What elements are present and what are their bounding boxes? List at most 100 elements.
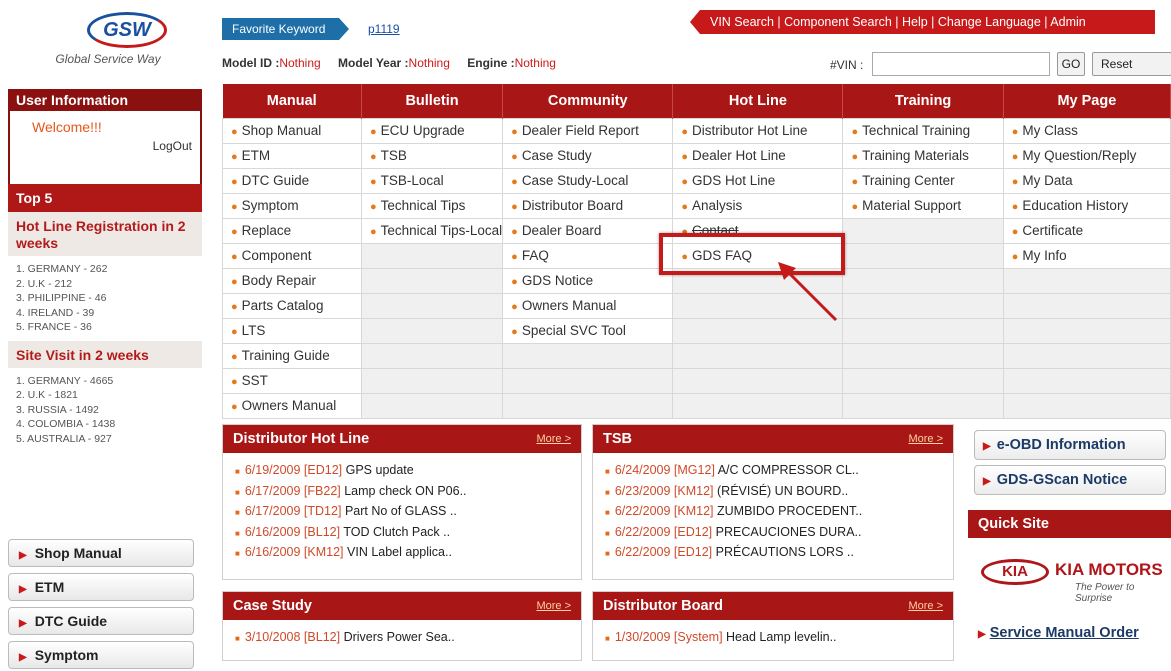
nav-menu-item[interactable]: ● Technical Training	[842, 117, 1004, 144]
nav-menu-item[interactable]: ● Case Study	[502, 142, 674, 169]
nav-empty-cell	[842, 342, 1004, 369]
logout-link[interactable]: LogOut	[153, 139, 192, 153]
nav-menu-item-label: FAQ	[521, 248, 549, 263]
sidebar-button-shop-manual[interactable]: ▶ Shop Manual	[8, 539, 194, 567]
panel-list-item[interactable]: ■ 6/22/2009 [ED12] PRÉCAUTIONS LORS ..	[605, 543, 941, 564]
nav-header-hotline[interactable]: Hot Line	[672, 84, 844, 118]
nav-menu-item[interactable]: ● Training Guide	[222, 342, 362, 369]
nav-menu-item[interactable]: ● Training Center	[842, 167, 1004, 194]
nav-menu-item[interactable]: ● Special SVC Tool	[502, 317, 674, 344]
nav-menu-item[interactable]: ● FAQ	[502, 242, 674, 269]
nav-menu-item[interactable]: ● My Class	[1002, 117, 1171, 144]
nav-menu-item[interactable]: ● GDS Notice	[502, 267, 674, 294]
nav-menu-item[interactable]: ● Education History	[1002, 192, 1171, 219]
item-date: 6/22/2009 [KM12]	[614, 504, 714, 518]
nav-menu-item[interactable]: ● Replace	[222, 217, 362, 244]
gsw-logo[interactable]: GSW Global Service Way	[18, 12, 198, 78]
nav-header-bulletin[interactable]: Bulletin	[361, 84, 504, 118]
panel-title: TSB More >	[593, 425, 953, 453]
nav-menu-item[interactable]: ● Dealer Board	[502, 217, 674, 244]
more-link[interactable]: More >	[908, 592, 943, 620]
bullet-icon: ●	[511, 126, 518, 138]
go-button[interactable]: GO	[1057, 52, 1085, 76]
more-link[interactable]: More >	[536, 592, 571, 620]
nav-menu-item[interactable]: ● My Data	[1002, 167, 1171, 194]
nav-menu-item[interactable]: ● Body Repair	[222, 267, 362, 294]
nav-menu-item[interactable]: ● DTC Guide	[222, 167, 362, 194]
nav-menu-item[interactable]: ● Component	[222, 242, 362, 269]
panel-list-item[interactable]: ■ 6/17/2009 [TD12] Part No of GLASS ..	[235, 502, 569, 523]
nav-menu-item[interactable]: ● Material Support	[842, 192, 1004, 219]
vin-input[interactable]	[872, 52, 1050, 76]
nav-menu-item[interactable]: ● Technical Tips	[360, 192, 504, 219]
top-links-bar[interactable]: VIN Search | Component Search | Help | C…	[690, 10, 1155, 34]
panel-list-item[interactable]: ■ 6/22/2009 [KM12] ZUMBIDO PROCEDENT..	[605, 502, 941, 523]
nav-menu-item-label: TSB-Local	[380, 173, 444, 188]
nav-menu-item[interactable]: ● Analysis	[672, 192, 844, 219]
nav-menu-item[interactable]: ● Distributor Hot Line	[672, 117, 844, 144]
panel-list-item[interactable]: ■ 3/10/2008 [BL12] Drivers Power Sea..	[235, 628, 569, 649]
item-date: 6/17/2009 [TD12]	[244, 504, 342, 518]
nav-menu-item[interactable]: ● Certificate	[1002, 217, 1171, 244]
nav-menu-item[interactable]: ● Dealer Hot Line	[672, 142, 844, 169]
favorite-keyword-link[interactable]: p1119	[368, 22, 400, 36]
nav-menu-item-label: LTS	[241, 323, 266, 338]
bullet-icon: ●	[511, 151, 518, 163]
sidebar-button-dtc-guide[interactable]: ▶ DTC Guide	[8, 607, 194, 635]
nav-header-manual[interactable]: Manual	[222, 84, 362, 118]
nav-menu-item[interactable]: ● GDS Hot Line	[672, 167, 844, 194]
panel-list-item[interactable]: ■ 6/23/2009 [KM12] (RÉVISÉ) UN BOURD..	[605, 482, 941, 503]
nav-menu-item[interactable]: ● Training Materials	[842, 142, 1004, 169]
nav-menu-item[interactable]: ● Distributor Board	[502, 192, 674, 219]
nav-menu-item[interactable]: ● ETM	[222, 142, 362, 169]
panel-list-item[interactable]: ■ 6/19/2009 [ED12] GPS update	[235, 461, 569, 482]
kia-motors-logo[interactable]: KIA KIA MOTORS The Power to Surprise	[975, 552, 1171, 612]
panel-list-item[interactable]: ■ 6/24/2009 [MG12] A/C COMPRESSOR CL..	[605, 461, 941, 482]
nav-menu-item[interactable]: ● TSB	[360, 142, 504, 169]
item-title: (RÉVISÉ) UN BOURD..	[717, 483, 849, 498]
more-link[interactable]: More >	[536, 425, 571, 453]
sidebar-button-symptom[interactable]: ▶ Symptom	[8, 641, 194, 669]
gds-gscan-notice-button[interactable]: ▶ GDS-GScan Notice	[974, 465, 1166, 495]
nav-header-my-page[interactable]: My Page	[1003, 84, 1171, 118]
panel-title: Case Study More >	[223, 592, 581, 620]
panel-list-item[interactable]: ■ 6/17/2009 [FB22] Lamp check ON P06..	[235, 482, 569, 503]
nav-menu-item[interactable]: ● Case Study-Local	[502, 167, 674, 194]
nav-menu-item[interactable]: ● Owners Manual	[222, 392, 362, 419]
panel-list-item[interactable]: ■ 6/16/2009 [BL12] TOD Clutch Pack ..	[235, 523, 569, 544]
bullet-icon: ●	[1011, 251, 1019, 263]
nav-row: ● Symptom ● Technical Tips ● Distributor Boar…	[222, 192, 1171, 219]
panel-list: ■ 6/24/2009 [MG12] A/C COMPRESSOR CL.. ■ 6/…	[593, 453, 953, 572]
panel-list-item[interactable]: ■ 1/30/2009 [System] Head Lamp levelin..	[605, 628, 941, 649]
panel-list-item[interactable]: ■ 6/22/2009 [ED12] PRECAUCIONES DURA..	[605, 523, 941, 544]
eobd-information-button[interactable]: ▶ e-OBD Information	[974, 430, 1166, 460]
item-title: ZUMBIDO PROCEDENT..	[717, 504, 863, 518]
nav-header-training[interactable]: Training	[842, 84, 1004, 118]
nav-menu-item[interactable]: ● Technical Tips-Local	[360, 217, 504, 244]
sidebar-button-etm[interactable]: ▶ ETM	[8, 573, 194, 601]
more-link[interactable]: More >	[908, 425, 943, 453]
nav-row: ● Owners Manual	[222, 392, 1171, 419]
panel-title-text: Case Study	[233, 598, 312, 614]
panel-list-item[interactable]: ■ 6/16/2009 [KM12] VIN Label applica..	[235, 543, 569, 564]
nav-menu-item[interactable]: ● Symptom	[222, 192, 362, 219]
nav-menu-item[interactable]: ● LTS	[222, 317, 362, 344]
bullet-icon: ●	[851, 151, 859, 163]
nav-menu-item[interactable]: ● My Question/Reply	[1002, 142, 1171, 169]
nav-menu-item[interactable]: ● Owners Manual	[502, 292, 674, 319]
nav-menu-item[interactable]: ● SST	[222, 367, 362, 394]
nav-menu-item[interactable]: ● My Info	[1002, 242, 1171, 269]
service-manual-order-link[interactable]: ▶ Service Manual Order	[978, 625, 1139, 641]
nav-menu-item[interactable]: ● Parts Catalog	[222, 292, 362, 319]
reset-button[interactable]: Reset	[1092, 52, 1171, 76]
nav-menu-item[interactable]: ● ECU Upgrade	[360, 117, 504, 144]
nav-header-community[interactable]: Community	[502, 84, 674, 118]
chevron-right-icon: ▶	[19, 652, 27, 663]
bullet-icon: ■	[235, 528, 240, 538]
nav-menu-item[interactable]: ● Shop Manual	[222, 117, 362, 144]
bullet-icon: ●	[851, 126, 859, 138]
nav-menu-item[interactable]: ● TSB-Local	[360, 167, 504, 194]
nav-menu-item[interactable]: ● Dealer Field Report	[502, 117, 674, 144]
model-year-label: Model Year :	[338, 56, 409, 70]
service-manual-order-label: Service Manual Order	[989, 625, 1139, 641]
